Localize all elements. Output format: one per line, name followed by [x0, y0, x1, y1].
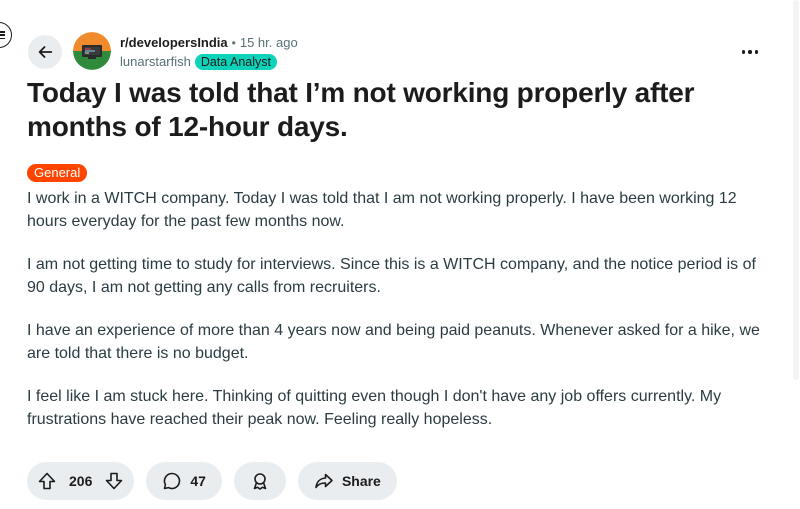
upvote-button[interactable]	[35, 469, 59, 493]
subreddit-link[interactable]: r/developersIndia	[120, 34, 228, 52]
scrollbar-thumb[interactable]	[793, 0, 799, 380]
arrow-left-icon	[38, 46, 53, 58]
post-timestamp: 15 hr. ago	[239, 35, 298, 50]
share-label: Share	[341, 473, 381, 489]
award-button[interactable]	[233, 462, 286, 500]
share-arrow-icon	[315, 473, 333, 489]
post-paragraph: I have an experience of more than 4 year…	[27, 322, 760, 362]
vote-control: 206	[27, 462, 135, 500]
arrow-up-icon	[38, 472, 56, 490]
user-flair-badge: Data Analyst	[194, 54, 277, 70]
post-page: r/developersIndia • 15 hr. ago lunarstar…	[0, 0, 800, 509]
post-flair-badge[interactable]: General	[27, 164, 88, 182]
post-body: I work in a WITCH company. Today I was t…	[27, 187, 762, 451]
post-title: Today I was told that I’m not working pr…	[27, 77, 695, 142]
meta-separator: •	[231, 36, 236, 50]
award-icon	[253, 473, 267, 490]
share-button[interactable]: Share	[297, 462, 397, 500]
post-paragraph: I am not getting time to study for inter…	[27, 256, 756, 296]
speech-bubble-icon	[164, 472, 181, 490]
back-button[interactable]	[28, 35, 62, 69]
post-meta: r/developersIndia • 15 hr. ago lunarstar…	[120, 34, 298, 71]
author-link[interactable]: lunarstarfish	[120, 53, 191, 71]
subreddit-avatar[interactable]	[73, 32, 111, 70]
post-action-bar: 206 47 Share	[27, 462, 397, 500]
post-paragraph: I work in a WITCH company. Today I was t…	[27, 190, 737, 230]
vote-count: 206	[69, 473, 93, 489]
scrollbar[interactable]	[792, 0, 800, 509]
hamburger-menu-icon	[0, 31, 5, 39]
post-overflow-menu-button[interactable]	[735, 40, 765, 64]
comments-button[interactable]: 47	[146, 462, 222, 500]
menu-toggle-button[interactable]	[0, 22, 12, 48]
ellipsis-icon	[741, 50, 759, 54]
comment-count: 47	[190, 473, 206, 489]
downvote-button[interactable]	[102, 469, 126, 493]
arrow-down-icon	[106, 472, 123, 490]
post-paragraph: I feel like I am stuck here. Thinking of…	[27, 388, 722, 428]
